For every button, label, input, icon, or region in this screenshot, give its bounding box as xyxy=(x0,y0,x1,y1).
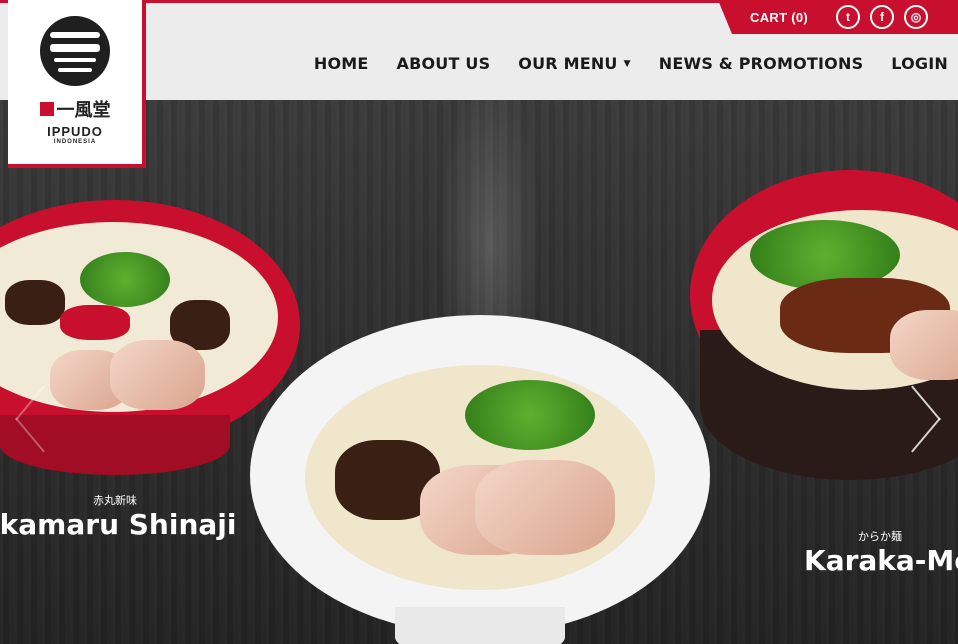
nav-home[interactable]: HOME xyxy=(314,54,369,73)
logo-kanji: 一風堂 xyxy=(39,96,111,122)
slide-title-akamaru: Akamaru Shinaji xyxy=(0,508,237,541)
cart-bar: CART (0) t f ◎ xyxy=(718,0,958,34)
ramen-bowl-karaka xyxy=(690,170,958,480)
page: CART (0) t f ◎ HOME ABOUT US OUR MENU ▼ … xyxy=(0,0,958,644)
logo-emblem xyxy=(40,16,110,86)
logo-kanji-text: 一風堂 xyxy=(56,100,111,120)
nav-login[interactable]: LOGIN xyxy=(891,54,948,73)
nav-our-menu[interactable]: OUR MENU ▼ xyxy=(518,54,630,73)
instagram-icon[interactable]: ◎ xyxy=(904,5,929,29)
facebook-icon[interactable]: f xyxy=(870,5,895,29)
slider-next-arrow[interactable] xyxy=(910,385,941,453)
cart-link[interactable]: CART (0) xyxy=(750,10,808,25)
slide-label-akamaru: 赤丸新味 Akamaru Shinaji xyxy=(0,492,237,541)
slide-jp-akamaru: 赤丸新味 xyxy=(93,495,137,507)
logo-sub: INDONESIA xyxy=(53,139,97,145)
main-nav: HOME ABOUT US OUR MENU ▼ NEWS & PROMOTIO… xyxy=(314,54,948,73)
logo-seal xyxy=(39,102,54,116)
slide-jp-karaka: からか麺 xyxy=(858,531,902,543)
twitter-icon[interactable]: t xyxy=(836,5,861,29)
slide-label-karaka: からか麺 Karaka-Men xyxy=(800,528,958,577)
slide-title-karaka: Karaka-Men xyxy=(804,544,958,577)
nav-news-promotions[interactable]: NEWS & PROMOTIONS xyxy=(659,54,864,73)
nav-about-us[interactable]: ABOUT US xyxy=(397,54,491,73)
ramen-bowl-shiromaru xyxy=(250,315,710,644)
caret-down-icon: ▼ xyxy=(623,58,631,69)
nav-our-menu-label: OUR MENU xyxy=(518,54,618,73)
hero-slider: 赤丸新味 Akamaru Shinaji からか麺 Karaka-Men xyxy=(0,100,958,644)
logo-name: IPPUDO xyxy=(47,124,103,139)
slider-prev-arrow[interactable] xyxy=(15,385,46,453)
site-logo[interactable]: 一風堂 IPPUDO INDONESIA xyxy=(8,0,146,168)
